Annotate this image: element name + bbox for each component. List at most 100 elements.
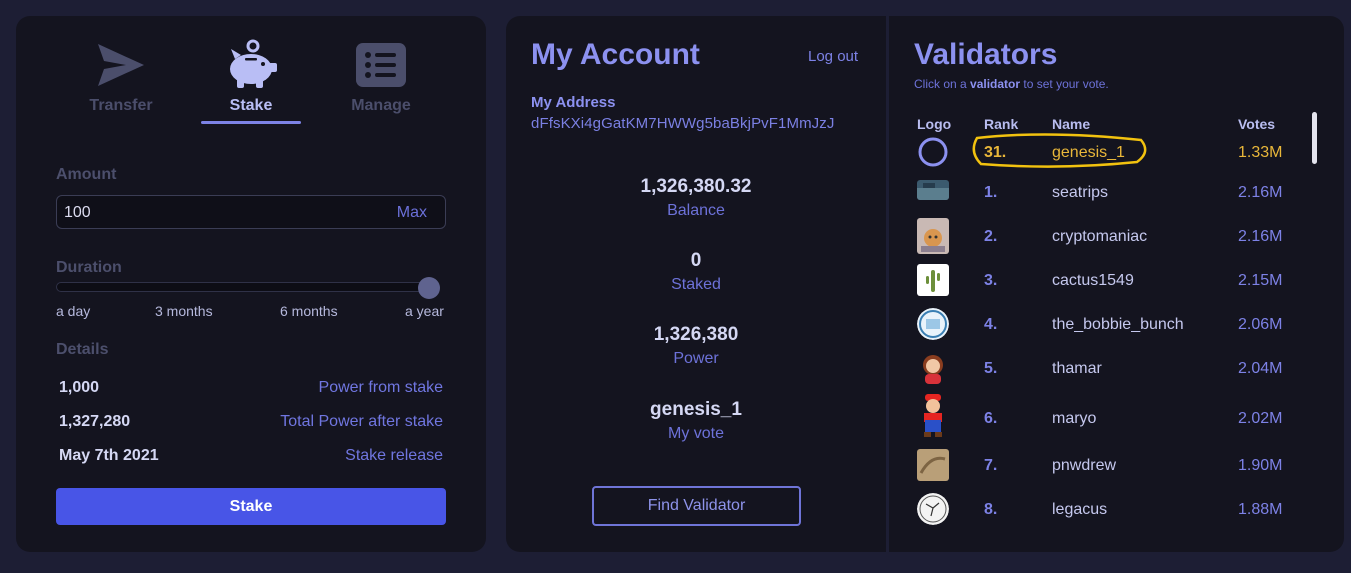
tab-label: Manage <box>351 97 411 114</box>
panel-divider <box>886 16 889 552</box>
details-label: Details <box>56 341 109 358</box>
plumber-icon <box>917 392 949 440</box>
sea-photo-icon <box>917 180 949 200</box>
validator-votes: 2.16M <box>1238 184 1283 201</box>
constellation-icon <box>917 493 949 525</box>
power-stat: 1,326,380 Power <box>506 324 886 368</box>
validator-rank: 6. <box>984 410 998 427</box>
duration-slider-track[interactable] <box>56 282 434 292</box>
stat-label: Staked <box>671 276 721 293</box>
send-icon <box>71 38 171 92</box>
tab-label: Stake <box>229 97 273 114</box>
validator-name: thamar <box>1052 360 1102 377</box>
account-validators-panel: My Account Log out My Address dFfsKXi4gG… <box>506 16 1344 552</box>
cactus-icon <box>917 264 949 296</box>
find-validator-button[interactable]: Find Validator <box>592 486 801 526</box>
validator-row[interactable]: 3. cactus1549 2.15M <box>914 262 1314 298</box>
blue-badge-icon <box>917 308 949 340</box>
validator-rank: 7. <box>984 457 998 474</box>
tab-label: Transfer <box>89 97 153 114</box>
highlight-circle <box>972 133 1147 168</box>
amount-input[interactable]: 100 Max <box>56 195 446 229</box>
validator-name: maryo <box>1052 410 1097 427</box>
duration-tick-label: 3 months <box>155 303 213 319</box>
column-header-votes: Votes <box>1238 116 1276 132</box>
column-header-logo: Logo <box>917 116 952 132</box>
list-icon <box>331 38 431 92</box>
validator-row[interactable]: 4. the_bobbie_bunch 2.06M <box>914 306 1314 342</box>
balance-stat: 1,326,380.32 Balance <box>506 176 886 220</box>
stat-value: 1,326,380 <box>653 324 739 345</box>
duration-slider-handle[interactable] <box>418 277 440 299</box>
validator-rank: 4. <box>984 316 998 333</box>
validator-rank: 5. <box>984 360 998 377</box>
stat-value: 1,326,380.32 <box>640 176 752 197</box>
validator-name: seatrips <box>1052 184 1109 201</box>
duration-tick-label: 6 months <box>280 303 338 319</box>
validator-rank: 3. <box>984 272 998 289</box>
validator-votes: 2.16M <box>1238 228 1283 245</box>
validator-row[interactable]: 8. legacus 1.88M <box>914 491 1314 527</box>
validator-votes: 2.15M <box>1238 272 1283 289</box>
validator-rank: 2. <box>984 228 998 245</box>
woman-avatar-icon <box>917 352 949 384</box>
detail-value: May 7th 2021 <box>59 447 159 464</box>
validator-name: pnwdrew <box>1052 457 1117 474</box>
sand-photo-icon <box>917 449 949 481</box>
stat-value: genesis_1 <box>650 399 742 420</box>
validator-row[interactable]: 5. thamar 2.04M <box>914 350 1314 386</box>
validator-votes: 2.04M <box>1238 360 1283 377</box>
validator-rank: 8. <box>984 501 998 518</box>
tab-stake[interactable]: Stake <box>201 38 301 115</box>
validator-votes: 2.02M <box>1238 410 1283 427</box>
validator-name: cryptomaniac <box>1052 228 1148 245</box>
stake-panel: Transfer Stake Manage Amount 100 Max Dur… <box>16 16 486 552</box>
max-button[interactable]: Max <box>397 204 427 222</box>
column-header-name: Name <box>1052 116 1091 132</box>
validator-row[interactable]: 1. seatrips 2.16M <box>914 174 1314 210</box>
validator-row[interactable]: 7. pnwdrew 1.90M <box>914 447 1314 483</box>
validator-rank: 1. <box>984 184 998 201</box>
tab-manage[interactable]: Manage <box>331 38 431 115</box>
validators-hint: Click on a validator to set your vote. <box>914 77 1109 91</box>
stat-value: 0 <box>690 250 702 271</box>
detail-value: 1,327,280 <box>59 413 131 430</box>
validator-name: cactus1549 <box>1052 272 1134 289</box>
validator-row[interactable]: 6. maryo 2.02M <box>914 394 1314 440</box>
detail-key: Stake release <box>345 447 443 464</box>
stake-button[interactable]: Stake <box>56 488 446 525</box>
my-vote-stat: genesis_1 My vote <box>506 399 886 443</box>
active-tab-indicator <box>201 121 301 124</box>
amount-label: Amount <box>56 166 117 183</box>
validator-votes: 1.88M <box>1238 501 1283 518</box>
duration-tick-label: a year <box>405 303 444 319</box>
detail-key: Total Power after stake <box>280 413 443 430</box>
cat-photo-icon <box>917 218 949 254</box>
tab-transfer[interactable]: Transfer <box>71 38 171 115</box>
duration-label: Duration <box>56 259 122 276</box>
hint-prefix: Click on a <box>914 77 967 91</box>
account-title: My Account <box>531 38 700 71</box>
amount-value[interactable]: 100 <box>64 204 91 222</box>
validators-title: Validators <box>914 38 1058 71</box>
address-label: My Address <box>531 94 616 111</box>
hint-bold: validator <box>970 77 1021 91</box>
validator-row[interactable]: 2. cryptomaniac 2.16M <box>914 218 1314 254</box>
piggy-bank-icon <box>201 38 301 92</box>
validator-name: legacus <box>1052 501 1108 518</box>
hint-suffix: to set your vote. <box>1023 77 1109 91</box>
ring-logo-icon <box>917 136 949 168</box>
detail-value: 1,000 <box>59 379 100 396</box>
logout-link[interactable]: Log out <box>808 48 858 65</box>
validator-votes: 1.90M <box>1238 457 1283 474</box>
staked-stat: 0 Staked <box>506 250 886 294</box>
duration-tick-label: a day <box>56 303 91 319</box>
address-value: dFfsKXi4gGatKM7HWWg5baBkjPvF1MmJzJ <box>531 115 835 132</box>
column-header-rank: Rank <box>984 116 1019 132</box>
validator-votes: 1.33M <box>1238 144 1283 161</box>
validator-votes: 2.06M <box>1238 316 1283 333</box>
stat-label: My vote <box>667 425 724 442</box>
stat-label: Power <box>673 350 719 367</box>
stat-label: Balance <box>667 202 725 219</box>
detail-key: Power from stake <box>318 379 443 396</box>
